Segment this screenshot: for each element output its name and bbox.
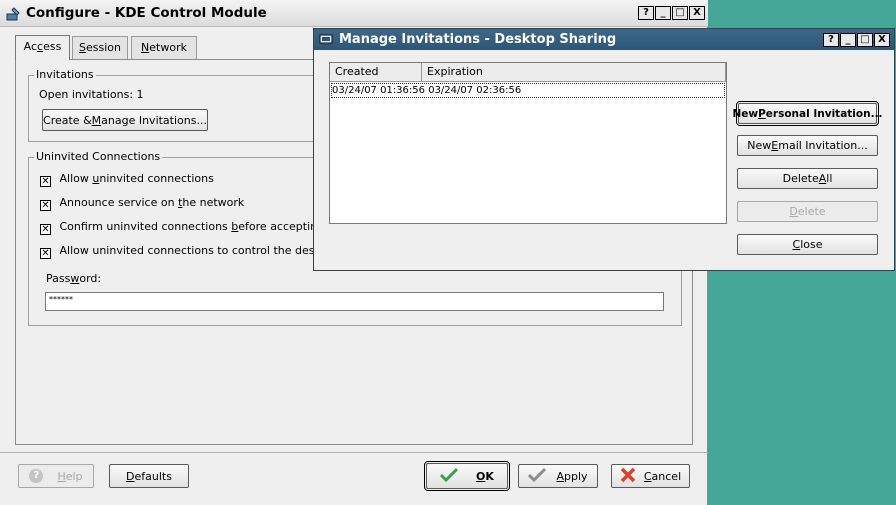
column-created[interactable]: Created bbox=[330, 63, 422, 81]
tab-access[interactable]: Access bbox=[15, 35, 70, 60]
allow-control-checkbox-row[interactable]: ✕ Allow uninvited connections to control… bbox=[40, 244, 339, 259]
password-label: Password: bbox=[46, 272, 102, 285]
main-window-title: Configure - KDE Control Module bbox=[26, 5, 267, 21]
apply-button[interactable]: Apply bbox=[518, 464, 598, 488]
help-icon: ? bbox=[29, 469, 44, 483]
invitations-list[interactable]: Created Expiration 03/24/07 01:36:56 03/… bbox=[329, 62, 727, 224]
minimize-button[interactable]: _ bbox=[655, 6, 671, 20]
announce-service-checkbox[interactable]: ✕ bbox=[40, 200, 51, 211]
apply-check-icon bbox=[528, 467, 547, 486]
row-created: 03/24/07 01:36:56 bbox=[332, 85, 426, 96]
list-header: Created Expiration bbox=[330, 63, 726, 82]
new-email-invitation-button[interactable]: New Email Invitation... bbox=[737, 135, 878, 156]
dialog-title: Manage Invitations - Desktop Sharing bbox=[339, 32, 617, 47]
open-invitations-text: Open invitations: 1 bbox=[39, 88, 144, 101]
delete-all-button[interactable]: Delete All bbox=[737, 168, 878, 189]
column-expiration[interactable]: Expiration bbox=[422, 63, 726, 81]
dialog-close-button[interactable]: Close bbox=[737, 234, 878, 255]
announce-service-checkbox-row[interactable]: ✕ Announce service on the network bbox=[40, 196, 244, 211]
confirm-uninvited-checkbox-row[interactable]: ✕ Confirm uninvited connections before a… bbox=[40, 220, 324, 235]
main-title-bar[interactable]: Configure - KDE Control Module ? _ □ X bbox=[0, 0, 708, 27]
dialog-minimize-button[interactable]: _ bbox=[840, 33, 856, 47]
uninvited-connections-group-label: Uninvited Connections bbox=[34, 150, 163, 163]
new-personal-invitation-button[interactable]: New Personal Invitation... bbox=[732, 101, 883, 126]
main-title-buttons: ? _ □ X bbox=[638, 6, 705, 20]
help-button[interactable]: ? Help bbox=[18, 464, 94, 488]
manage-invitations-dialog: Manage Invitations - Desktop Sharing ? _… bbox=[313, 28, 895, 271]
allow-control-checkbox[interactable]: ✕ bbox=[40, 248, 51, 259]
dialog-help-title-button[interactable]: ? bbox=[823, 33, 839, 47]
invitations-group-label: Invitations bbox=[34, 68, 96, 81]
delete-button[interactable]: Delete bbox=[737, 201, 878, 222]
help-title-button[interactable]: ? bbox=[638, 6, 654, 20]
allow-uninvited-checkbox[interactable]: ✕ bbox=[40, 176, 51, 187]
create-manage-invitations-button[interactable]: Create & Manage Invitations... bbox=[42, 109, 208, 131]
checkmark-icon bbox=[439, 467, 459, 486]
dialog-close-title-button[interactable]: X bbox=[874, 33, 890, 47]
confirm-uninvited-checkbox[interactable]: ✕ bbox=[40, 224, 51, 235]
cancel-x-icon bbox=[620, 467, 636, 486]
dialog-title-buttons: ? _ □ X bbox=[823, 33, 890, 47]
cancel-button[interactable]: Cancel bbox=[611, 464, 690, 488]
defaults-button[interactable]: Defaults bbox=[109, 464, 189, 488]
row-expiration: 03/24/07 02:36:56 bbox=[428, 85, 522, 96]
tab-network[interactable]: Network bbox=[131, 36, 197, 59]
tab-session[interactable]: Session bbox=[72, 36, 128, 59]
desktop-sharing-icon bbox=[319, 33, 333, 49]
kde-control-icon bbox=[5, 6, 21, 25]
password-field[interactable]: ****** bbox=[45, 292, 664, 311]
ok-button[interactable]: OK bbox=[424, 461, 510, 491]
dialog-maximize-button[interactable]: □ bbox=[857, 33, 873, 47]
close-window-button[interactable]: X bbox=[689, 6, 705, 20]
allow-uninvited-checkbox-row[interactable]: ✕ Allow uninvited connections bbox=[40, 172, 214, 187]
table-row[interactable]: 03/24/07 01:36:56 03/24/07 02:36:56 bbox=[331, 83, 725, 98]
dialog-title-bar[interactable]: Manage Invitations - Desktop Sharing ? _… bbox=[314, 29, 894, 50]
bottom-separator bbox=[0, 452, 708, 453]
maximize-button[interactable]: □ bbox=[672, 6, 688, 20]
